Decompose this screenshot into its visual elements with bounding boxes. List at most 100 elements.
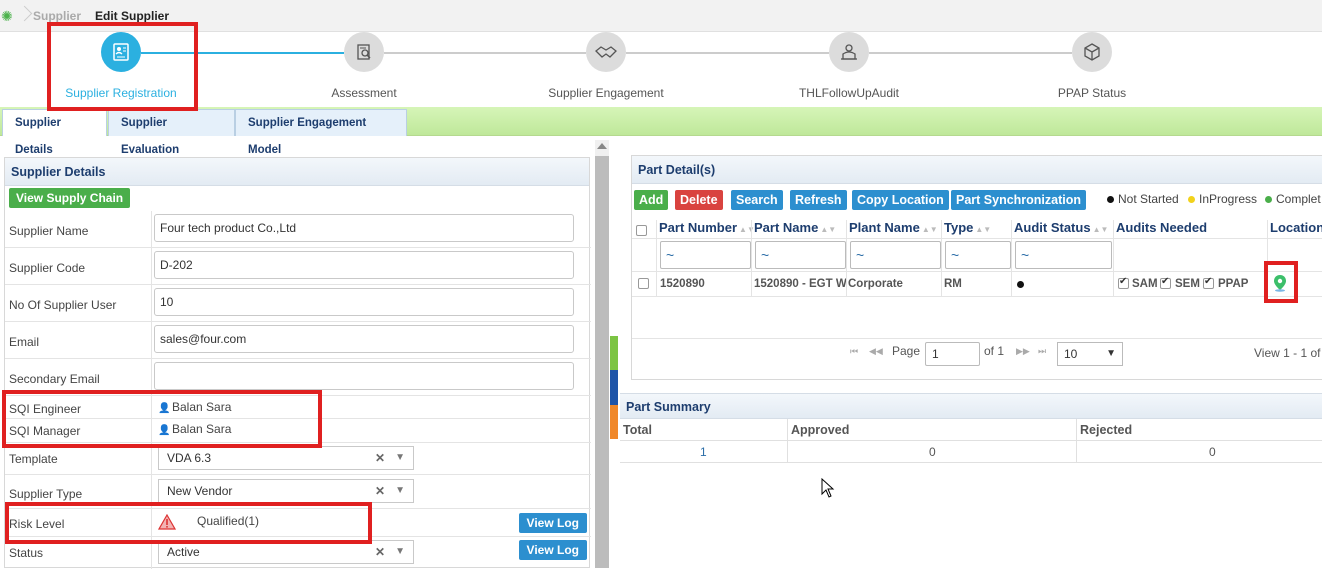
- col-part-name[interactable]: Part Name ▲▼: [754, 220, 836, 235]
- supplier-type-select[interactable]: New Vendor ✕ ▼: [158, 479, 414, 503]
- breadcrumb-supplier-link[interactable]: Supplier: [33, 9, 81, 23]
- part-synchronization-button[interactable]: Part Synchronization: [951, 190, 1087, 210]
- tab-supplier-details[interactable]: Supplier Details: [2, 109, 107, 156]
- green-dot-icon: [1265, 196, 1272, 204]
- audit-sam-checkbox[interactable]: [1118, 276, 1129, 289]
- clear-icon[interactable]: ✕: [375, 480, 385, 502]
- box-icon: [1072, 32, 1112, 72]
- view-log-button[interactable]: View Log: [518, 513, 587, 533]
- tab-supplier-engagement-model[interactable]: Supplier Engagement Model: [235, 109, 407, 156]
- legend-not-started: Not Started: [1107, 192, 1179, 206]
- breadcrumb-separator-icon: [17, 0, 27, 32]
- scroll-thumb[interactable]: [595, 156, 609, 568]
- grid-header: Part Number ▲▼ Part Name ▲▼ Plant Name ▲▼ T…: [632, 220, 1322, 237]
- tab-supplier-evaluation[interactable]: Supplier Evaluation: [108, 109, 235, 156]
- audit-sam-label: SAM: [1132, 278, 1158, 290]
- page-number-input[interactable]: 1: [925, 342, 980, 366]
- filter-part-number[interactable]: ~: [660, 241, 751, 269]
- step-thl-followup-audit[interactable]: THLFollowUpAudit: [769, 32, 929, 100]
- prev-page-icon[interactable]: ◀◀: [869, 346, 883, 357]
- step-ppap-status[interactable]: PPAP Status: [1012, 32, 1172, 100]
- cell-part-name: 1520890 - EGT W: [754, 278, 846, 290]
- email-input[interactable]: sales@four.com: [154, 325, 574, 353]
- cell-plant-name: Corporate: [848, 278, 903, 290]
- search-button[interactable]: Search: [731, 190, 783, 210]
- legend-in-progress: InProgress: [1188, 192, 1257, 206]
- part-details-panel: Part Detail(s) Add Delete Search Refresh…: [631, 155, 1322, 380]
- panel-title: Supplier Details: [5, 158, 589, 186]
- scrollbar[interactable]: [595, 140, 609, 568]
- delete-button[interactable]: Delete: [675, 190, 723, 210]
- filter-audit-status[interactable]: ~: [1015, 241, 1112, 269]
- summary-total-value[interactable]: 1: [700, 445, 707, 459]
- supplier-code-input[interactable]: D-202: [154, 251, 574, 279]
- side-strip-orange: [610, 405, 618, 439]
- clear-icon[interactable]: ✕: [375, 447, 385, 469]
- filter-type[interactable]: ~: [945, 241, 1011, 269]
- col-audit-status[interactable]: Audit Status ▲▼: [1014, 220, 1108, 235]
- secondary-email-input[interactable]: [154, 362, 574, 390]
- yellow-dot-icon: [1188, 196, 1195, 204]
- col-part-number[interactable]: Part Number ▲▼: [659, 220, 755, 235]
- part-summary-panel: Part Summary Total Approved Rejected 1 0…: [620, 393, 1322, 463]
- no-of-users-input[interactable]: 10: [154, 288, 574, 316]
- col-plant-name[interactable]: Plant Name ▲▼: [849, 220, 938, 235]
- row-email: Email sales@four.com: [5, 322, 591, 359]
- supplier-name-input[interactable]: Four tech product Co.,Ltd: [154, 214, 574, 242]
- panel-title: Part Detail(s): [632, 156, 1322, 184]
- col-type[interactable]: Type ▲▼: [944, 220, 991, 235]
- step-assessment[interactable]: Assessment: [284, 32, 444, 100]
- last-page-icon[interactable]: ⏭: [1038, 346, 1046, 357]
- row-supplier-name: Supplier Name Four tech product Co.,Ltd: [5, 211, 591, 248]
- filter-part-name[interactable]: ~: [755, 241, 846, 269]
- audit-sem-checkbox[interactable]: [1160, 276, 1171, 289]
- add-button[interactable]: Add: [634, 190, 669, 210]
- workflow-steps: Supplier Registration Assessment Supplie…: [0, 32, 1322, 106]
- audit-icon: [829, 32, 869, 72]
- view-range: View 1 - 1 of: [1254, 346, 1321, 360]
- breadcrumb-current: Edit Supplier: [95, 8, 170, 23]
- breadcrumb: ✺ Supplier Edit Supplier: [0, 0, 1322, 32]
- row-no-of-users: No Of Supplier User 10: [5, 285, 591, 322]
- assessment-icon: [344, 32, 384, 72]
- app-logo-icon[interactable]: ✺: [1, 8, 17, 24]
- col-audits-needed[interactable]: Audits Needed: [1116, 220, 1207, 235]
- summary-approved-value: 0: [929, 445, 936, 459]
- select-all-checkbox[interactable]: [636, 225, 647, 236]
- chevron-down-icon[interactable]: ▼: [395, 447, 405, 469]
- audit-ppap-label: PPAP: [1218, 278, 1249, 290]
- view-log-button[interactable]: View Log: [518, 540, 587, 560]
- handshake-icon: [586, 32, 626, 72]
- filter-plant-name[interactable]: ~: [850, 241, 941, 269]
- page-count: of 1: [984, 344, 1005, 358]
- side-strip-green: [610, 336, 618, 370]
- col-location[interactable]: Location: [1270, 220, 1322, 235]
- view-supply-chain-button[interactable]: View Supply Chain: [9, 188, 131, 208]
- cell-part-number: 1520890: [660, 278, 705, 290]
- not-started-dot-icon: [1017, 281, 1024, 288]
- refresh-button[interactable]: Refresh: [790, 190, 847, 210]
- black-dot-icon: [1107, 196, 1114, 204]
- cell-type: RM: [944, 278, 962, 290]
- legend-completed: Complet: [1265, 192, 1321, 206]
- summary-total-header: Total: [623, 423, 652, 437]
- page-size-select[interactable]: 10 ▼: [1057, 342, 1123, 366]
- next-page-icon[interactable]: ▶▶: [1016, 346, 1030, 357]
- page-label: Page: [892, 344, 921, 358]
- template-select[interactable]: VDA 6.3 ✕ ▼: [158, 446, 414, 470]
- mouse-cursor-icon: [821, 478, 835, 498]
- row-supplier-code: Supplier Code D-202: [5, 248, 591, 285]
- summary-rejected-value: 0: [1209, 445, 1216, 459]
- copy-location-button[interactable]: Copy Location: [852, 190, 949, 210]
- first-page-icon[interactable]: ⏮: [850, 346, 858, 357]
- scroll-up-icon[interactable]: [597, 143, 607, 149]
- chevron-down-icon[interactable]: ▼: [395, 541, 405, 563]
- step-supplier-engagement[interactable]: Supplier Engagement: [526, 32, 686, 100]
- audit-ppap-checkbox[interactable]: [1203, 276, 1214, 289]
- chevron-down-icon[interactable]: ▼: [395, 480, 405, 502]
- sort-icon: ▲▼: [975, 225, 992, 234]
- row-checkbox[interactable]: [638, 278, 649, 289]
- highlight-box: [1264, 261, 1298, 303]
- clear-icon[interactable]: ✕: [375, 541, 385, 563]
- sort-icon: ▲▼: [739, 225, 755, 234]
